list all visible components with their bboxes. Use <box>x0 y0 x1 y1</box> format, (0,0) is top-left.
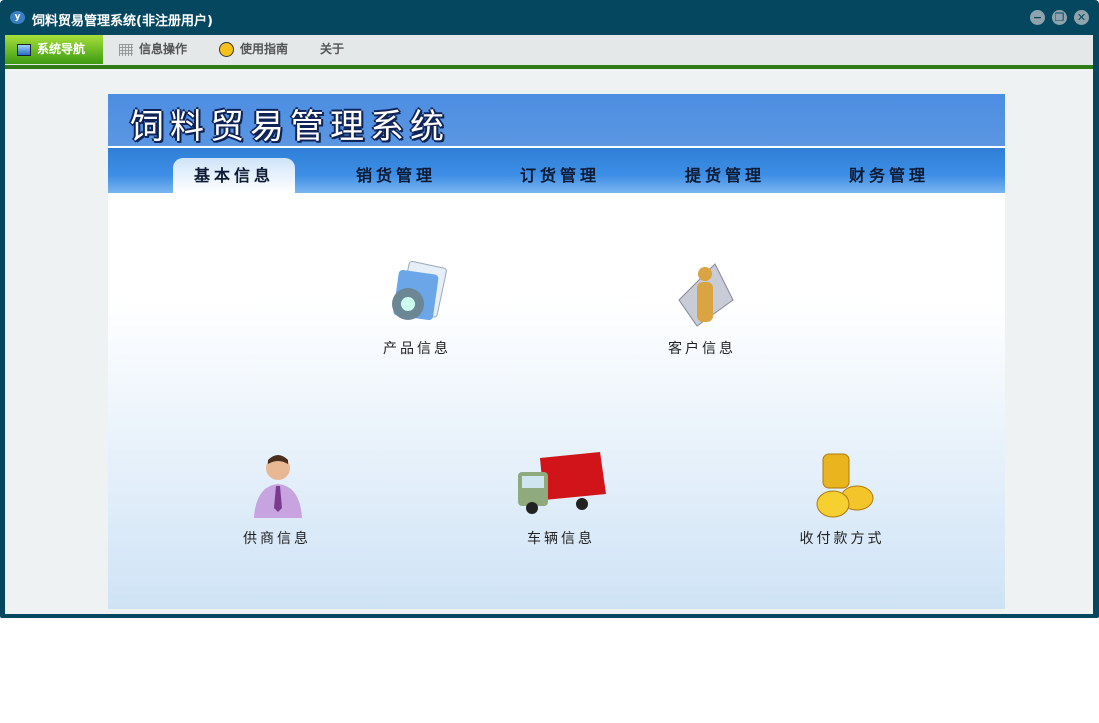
product-info-item[interactable]: 产品信息 <box>347 260 487 358</box>
tab-delivery[interactable]: 提货管理 <box>664 158 786 193</box>
close-button[interactable]: ✕ <box>1074 10 1089 25</box>
menu-label: 信息操作 <box>139 42 188 56</box>
restore-button[interactable]: ❐ <box>1052 10 1067 25</box>
customer-icon <box>678 263 734 327</box>
item-label: 产品信息 <box>383 341 451 357</box>
payment-method-item[interactable]: 收付款方式 <box>772 450 912 548</box>
menu-about[interactable]: 关于 <box>320 35 344 64</box>
tab-sales[interactable]: 销货管理 <box>335 158 457 193</box>
customer-info-item[interactable]: 客户信息 <box>632 260 772 358</box>
supplier-person-icon <box>254 455 302 518</box>
tab-orders[interactable]: 订货管理 <box>499 158 621 193</box>
item-label: 客户信息 <box>668 341 736 357</box>
banner: 饲料贸易管理系统 <box>108 94 1005 147</box>
tab-basic-info[interactable]: 基本信息 <box>173 158 295 193</box>
banner-title: 饲料贸易管理系统 <box>130 107 450 147</box>
monitor-icon <box>17 43 31 56</box>
title-bar[interactable]: y 饲料贸易管理系统(非注册用户) − ❐ ✕ <box>0 0 1099 35</box>
window-title: 饲料贸易管理系统(非注册用户) <box>32 14 213 29</box>
item-label: 供商信息 <box>243 531 311 547</box>
help-icon <box>219 42 234 57</box>
tab-finance[interactable]: 财务管理 <box>828 158 950 193</box>
grid-icon <box>119 43 133 56</box>
item-label: 车辆信息 <box>527 531 595 547</box>
supplier-info-item[interactable]: 供商信息 <box>207 450 347 548</box>
vehicle-info-item[interactable]: 车辆信息 <box>491 450 631 548</box>
truck-icon <box>518 452 606 514</box>
menu-label: 使用指南 <box>240 42 289 56</box>
gold-coins-icon <box>816 453 874 518</box>
menu-info-ops[interactable]: 信息操作 <box>119 35 187 64</box>
menu-label: 系统导航 <box>37 42 86 56</box>
menu-bar: 系统导航 信息操作 使用指南 关于 <box>5 35 1093 65</box>
menu-system-nav[interactable]: 系统导航 <box>5 35 103 64</box>
tab-bar: 基本信息 销货管理 订货管理 提货管理 财务管理 <box>108 148 1005 193</box>
menu-guide[interactable]: 使用指南 <box>219 35 288 64</box>
item-label: 收付款方式 <box>799 531 885 547</box>
app-logo-icon: y <box>10 11 25 24</box>
main-panel: 饲料贸易管理系统 基本信息 销货管理 订货管理 提货管理 财务管理 产品信息 客… <box>108 94 1005 609</box>
minimize-button[interactable]: − <box>1030 10 1045 25</box>
menu-label: 关于 <box>320 42 345 56</box>
product-gear-icon <box>392 260 447 321</box>
